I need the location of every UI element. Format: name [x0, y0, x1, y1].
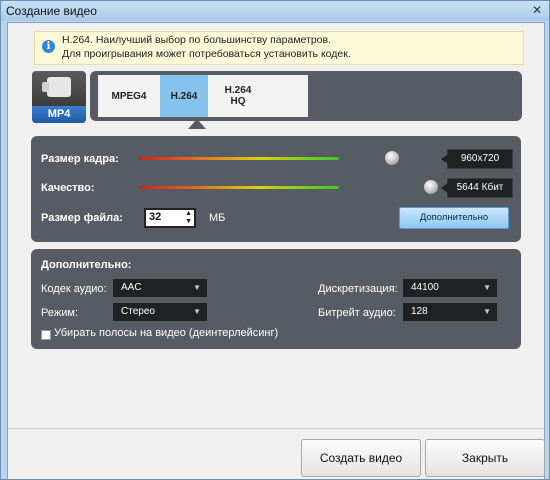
deinterlace-label[interactable]: Убирать полосы на видео (деинтерлейсинг): [54, 327, 278, 339]
audio-bitrate-label: Битрейт аудио:: [318, 307, 396, 319]
audio-bitrate-value: 128: [411, 306, 428, 317]
create-video-button[interactable]: Создать видео: [301, 439, 421, 477]
tab-h264-hq[interactable]: H.264 HQ: [208, 75, 268, 117]
tab-mpeg4[interactable]: MPEG4: [98, 75, 160, 117]
advanced-button[interactable]: Дополнительно: [399, 207, 509, 229]
mode-label: Режим:: [41, 307, 78, 319]
close-button[interactable]: Закрыть: [425, 439, 545, 477]
chevron-down-icon: ▼: [483, 283, 491, 292]
chevron-down-icon: ▼: [193, 307, 201, 316]
audio-bitrate-select[interactable]: 128 ▼: [403, 303, 497, 321]
frame-size-label: Размер кадра:: [41, 153, 119, 165]
mode-value: Стерео: [121, 306, 155, 317]
sample-rate-label: Дискретизация:: [318, 283, 398, 295]
camcorder-body: [42, 77, 71, 97]
tab-h264[interactable]: H.264: [160, 75, 208, 117]
window-title: Создание видео: [6, 4, 97, 18]
file-size-unit: МБ: [209, 212, 226, 224]
video-settings-panel: Размер кадра: 960x720 Качество: 5644 Кби…: [31, 136, 521, 242]
info-text: H.264. Наилучший выбор по большинству па…: [62, 34, 351, 60]
sample-rate-select[interactable]: 44100 ▼: [403, 279, 497, 297]
codec-selector: MPEG4 H.264 H.264 HQ: [90, 71, 522, 121]
audio-codec-label: Кодек аудио:: [41, 283, 107, 295]
audio-codec-select[interactable]: AAC ▼: [113, 279, 207, 297]
frame-size-slider-handle[interactable]: [385, 151, 399, 165]
dialog-client-area: i H.264. Наилучший выбор по большинству …: [7, 22, 545, 479]
info-icon: i: [42, 40, 55, 53]
camcorder-icon[interactable]: MP4: [32, 71, 86, 123]
chevron-down-icon: ▼: [483, 307, 491, 316]
selected-tab-pointer: [188, 119, 206, 129]
codec-tabs: MPEG4 H.264 H.264 HQ: [98, 75, 308, 117]
mode-select[interactable]: Стерео ▼: [113, 303, 207, 321]
dialog-window: Создание видео ✕ i H.264. Наилучший выбо…: [0, 0, 550, 480]
advanced-heading: Дополнительно:: [41, 259, 132, 271]
spin-arrows-icon[interactable]: ▲ ▼: [185, 210, 192, 226]
file-size-stepper[interactable]: 32 ▲ ▼: [144, 208, 196, 228]
title-bar[interactable]: Создание видео ✕: [1, 1, 549, 21]
audio-codec-value: AAC: [121, 282, 142, 293]
sample-rate-value: 44100: [411, 282, 439, 293]
close-icon[interactable]: ✕: [529, 3, 545, 17]
button-bar: Создать видео Закрыть: [8, 428, 545, 479]
quality-slider-handle[interactable]: [424, 180, 438, 194]
file-size-label: Размер файла:: [41, 212, 123, 224]
advanced-panel: Дополнительно: Кодек аудио: AAC ▼ Режим:…: [31, 249, 521, 349]
file-size-input[interactable]: 32: [149, 211, 161, 223]
format-label: MP4: [32, 106, 86, 123]
quality-value: 5644 Кбит: [441, 178, 513, 198]
quality-slider-track[interactable]: [139, 186, 339, 189]
chevron-down-icon: ▼: [193, 283, 201, 292]
quality-label: Качество:: [41, 182, 95, 194]
info-banner: i H.264. Наилучший выбор по большинству …: [34, 31, 524, 65]
frame-size-slider-track[interactable]: [139, 157, 339, 160]
deinterlace-checkbox[interactable]: [41, 330, 51, 340]
frame-size-value: 960x720: [441, 149, 513, 169]
